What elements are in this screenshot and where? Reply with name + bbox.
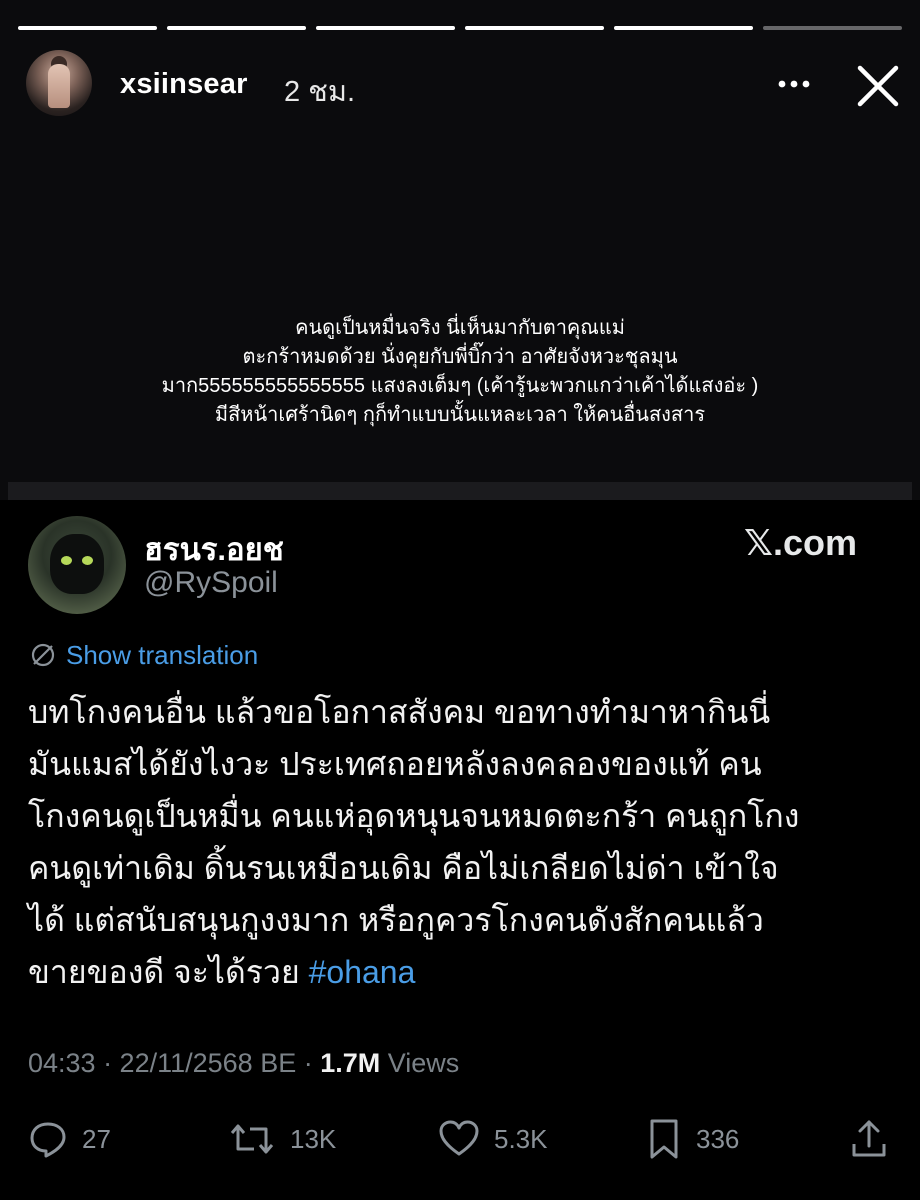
story-viewer: xsiinsear 2 ชม. คนดูเป็นหมื่นจริง นี่เห็… [0,0,920,1200]
share-icon [852,1120,886,1157]
story-time-ago: 2 ชม. [284,76,356,108]
tweet-meta: 04:33 · 22/11/2568 BE · 1.7M Views [28,1048,459,1079]
story-avatar[interactable] [26,50,92,116]
bookmark-button[interactable]: 336 [646,1114,739,1164]
story-username[interactable]: xsiinsear [120,68,248,101]
tweet-author-handle[interactable]: @RySpoil [144,566,278,600]
tweet-body-line: คนดูเท่าเดิม ดิ้นรนเหมือนเดิม คือไม่เกลี… [28,850,779,886]
section-divider [8,482,912,500]
story-progress-fill [465,26,604,30]
story-progress-segment [18,26,157,30]
tweet-actions-bar: 27 13K 5.3K 336 [24,1114,894,1164]
bookmark-icon [650,1119,678,1159]
avatar-eye-shape [61,556,72,565]
story-caption: คนดูเป็นหมื่นจริง นี่เห็นมากับตาคุณแม่ ต… [40,314,880,430]
story-progress-bars [18,26,902,30]
tweet-body-line: โกงคนดูเป็นหมื่น คนแห่อุดหนุนจนหมดตะกร้า… [28,798,800,834]
like-button[interactable]: 5.3K [438,1114,548,1164]
caption-line: มาก555555555555555 แสงลงเต็มๆ (เค้ารู้นะ… [161,375,759,397]
reply-count: 27 [82,1123,111,1154]
story-progress-segment [614,26,753,30]
tweet-body-line: มันแมสได้ยังไงวะ ประเทศถอยหลังลงคลองของแ… [28,746,762,782]
tweet-body-line: ขายของดี จะได้รวย #ohana [28,946,908,998]
story-progress-segment [465,26,604,30]
share-button[interactable] [850,1114,888,1164]
caption-line: คนดูเป็นหมื่นจริง นี่เห็นมากับตาคุณแม่ [295,317,625,339]
tweet-body-last-text: ขายของดี จะได้รวย [28,954,309,990]
story-progress-fill [316,26,455,30]
repost-button[interactable]: 13K [228,1114,336,1164]
reply-button[interactable]: 27 [28,1114,111,1164]
story-progress-segment [763,26,902,30]
avatar-figure-shape [48,64,70,108]
caption-line: ตะกร้าหมดด้วย นั่งคุยกับพี่บิ๊กว่า อาศัย… [242,346,678,368]
story-progress-segment [167,26,306,30]
show-translation-link[interactable]: Show translation [30,640,258,671]
reply-icon [30,1122,66,1158]
story-progress-fill [167,26,306,30]
tweet-views-count: 1.7M [320,1048,381,1078]
show-translation-label: Show translation [66,640,259,670]
close-icon[interactable] [854,62,902,110]
avatar-dragon-shape [50,534,104,594]
bookmark-count: 336 [696,1123,740,1154]
translate-icon [31,643,55,667]
tweet-body: บทโกงคนอื่น แล้วขอโอกาสสังคม ขอทางทำมาหา… [28,686,908,998]
heart-icon [439,1120,479,1156]
tweet-body-line: ได้ แต่สนับสนุนกูงงมาก หรือกูควรโกงคนดัง… [28,902,764,938]
story-progress-segment [316,26,455,30]
caption-line: มีสีหน้าเศร้านิดๆ กุก็ทำแบบนั้นแหละเวลา … [214,404,706,426]
avatar-eye-shape [82,556,93,565]
like-count: 5.3K [494,1123,548,1154]
tweet-author-avatar[interactable] [28,516,126,614]
tweet-card[interactable]: ฮรนร.อยช @RySpoil 𝕏.com Show translation… [0,500,920,1200]
story-progress-fill [614,26,753,30]
repost-count: 13K [290,1123,337,1154]
tweet-source-label: 𝕏.com [744,522,858,563]
more-options-icon[interactable] [774,66,814,102]
hashtag-link[interactable]: #ohana [309,954,416,990]
tweet-body-line: บทโกงคนอื่น แล้วขอโอกาสสังคม ขอทางทำมาหา… [28,694,771,730]
story-progress-fill [18,26,157,30]
tweet-timestamp[interactable]: 04:33 · 22/11/2568 BE · [28,1048,320,1078]
tweet-views-label: Views [380,1048,460,1078]
story-header: xsiinsear 2 ชม. [26,50,906,120]
repost-icon [230,1124,274,1154]
